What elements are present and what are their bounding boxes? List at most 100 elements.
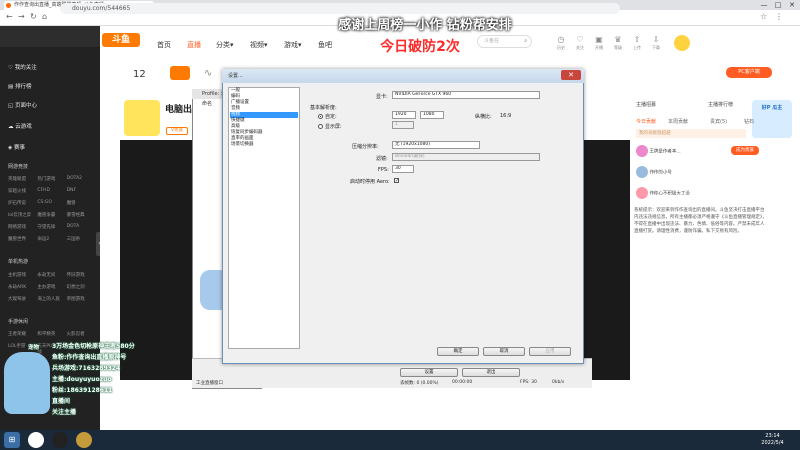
fps-input[interactable]: 30 [392,165,414,173]
cancel-button[interactable]: 取消 [483,347,525,356]
tab-vip[interactable]: 贵宾(5) [710,118,727,125]
douyu-logo[interactable]: 斗鱼 [102,33,140,47]
fan-row[interactable]: 王牌是作者本... [636,145,681,157]
obs-settings-button[interactable]: 设置 [400,368,458,377]
avatar[interactable] [674,35,690,51]
reload-icon[interactable]: ↻ [30,12,37,21]
recruit-label[interactable]: 主播招募 [636,101,656,108]
home-icon[interactable]: ⌂ [42,12,47,21]
download-icon[interactable]: ⇩ [649,35,663,44]
game-link[interactable]: 热门游戏 [37,176,66,182]
ok-button[interactable]: 确定 [437,347,479,356]
game-link[interactable]: 炉石传说 [8,200,37,206]
streamer-avatar[interactable] [124,100,160,136]
tab-week[interactable]: 本周贡献 [668,118,688,125]
game-link[interactable]: 命运2 [37,236,66,242]
game-link[interactable]: 怀旧游戏 [67,272,96,278]
dialog-close-button[interactable]: ✕ [561,70,581,80]
fan-row[interactable]: 作你心不积极大了没 [636,187,690,199]
level-icon[interactable]: ♛ [611,35,625,44]
game-promo-badge[interactable]: 好P 瓜主 [752,100,792,138]
upload-icon[interactable]: ⇧ [630,35,644,44]
open-live-icon[interactable]: ▣ [592,35,606,44]
obs-icon[interactable] [52,432,68,448]
chrome-icon[interactable] [28,432,44,448]
pc-client-badge[interactable]: PC客户端 [726,67,772,78]
game-link[interactable]: 魔兽争霸 [37,212,66,218]
custom-height-input[interactable]: 1080 [420,111,444,119]
search-input[interactable]: 斗鱼在 ⌕ [477,35,532,48]
tab-today[interactable]: 今日贡献 [636,118,656,125]
close-window-button[interactable]: ✕ [786,0,798,10]
nav-video[interactable]: 视频▾ [250,40,268,50]
game-link[interactable]: 大观驾驶 [8,296,37,302]
sidebar-item-cloudgame[interactable]: ☁ 云游戏 [8,122,32,130]
game-link[interactable]: 暴雪经典 [67,212,96,218]
back-icon[interactable]: ← [6,12,13,21]
downscale-select[interactable]: 无 (1920x1080) [392,141,480,149]
minimize-button[interactable]: — [758,0,770,10]
become-noble-button[interactable]: 成为贵族 [731,146,759,155]
nav-category[interactable]: 分类▾ [216,40,234,50]
sidebar-item-rank[interactable]: ▤ 排行榜 [8,82,31,90]
nav-live[interactable]: 直播 [187,40,201,50]
game-link[interactable]: CS:GO [37,200,66,206]
search-icon[interactable]: ⌕ [524,36,527,47]
game-link[interactable]: 火影忍者 [67,331,96,337]
star-icon[interactable]: ☆ [760,12,767,21]
rank-entry[interactable]: 主播排行榜 [708,101,733,108]
waveform-icon[interactable]: ∿ [204,68,212,79]
nav-games[interactable]: 游戏▾ [284,40,302,50]
url-field[interactable]: douyu.com/544665 [60,3,620,14]
game-link[interactable]: 英雄联盟 [8,176,37,182]
base-res-label: 基本解析度: [310,105,337,111]
obs-exit-button[interactable]: 退出 [462,368,520,377]
game-link[interactable]: 永劫ARK [8,284,37,290]
nav-home[interactable]: 首页 [157,40,171,50]
game-link[interactable]: DOTA [67,224,96,230]
category-icon[interactable] [170,66,190,80]
start-icon[interactable]: ⊞ [4,432,20,448]
game-link[interactable]: 网络游戏 [8,224,37,230]
game-link[interactable]: 三国杀 [67,236,96,242]
game-link[interactable]: 穿越火线 [8,188,37,194]
game-link[interactable]: 永劫无间 [37,272,66,278]
game-link[interactable]: 幻想之剑 [67,284,96,290]
game-link[interactable]: 单图游戏 [67,296,96,302]
forward-icon[interactable]: → [18,12,25,21]
game-link[interactable]: 海上的人族 [37,296,66,302]
sidebar-item-follow[interactable]: ♡ 我的关注 [8,63,37,71]
game-link[interactable]: lol云顶之弈 [8,212,37,218]
sidebar-item-events[interactable]: ◈ 赛事 [8,143,25,151]
aero-checkbox[interactable]: ✓ [394,178,399,184]
game-link[interactable]: DNF [67,188,96,194]
game-link[interactable]: 魔兽世界 [8,236,37,242]
game-link[interactable]: 和平精英 [37,331,66,337]
game-link[interactable]: 守望先锋 [37,224,66,230]
apply-button[interactable]: 应用 [529,347,571,356]
vip-badge[interactable]: V贵族 [166,127,188,135]
custom-width-input[interactable]: 1920 [392,111,416,119]
monitor-radio[interactable] [318,124,323,129]
game-icon[interactable] [76,432,92,448]
nav-fishbar[interactable]: 鱼吧 [318,40,332,50]
custom-radio[interactable] [318,114,323,119]
filter-select[interactable]: Bilinear(最快) [392,153,540,161]
game-link[interactable]: 主办游戏 [37,284,66,290]
game-link[interactable]: 主机游戏 [8,272,37,278]
game-link[interactable]: CFHD [37,188,66,194]
monitor-select[interactable]: 1 [392,121,414,129]
adapter-select[interactable]: NVIDIA GeForce GTX 960 [392,91,540,99]
game-link[interactable]: 魔兽 [67,200,96,206]
game-link[interactable]: DOTA2 [67,176,96,182]
tab-diamond[interactable]: 钻石 [744,118,754,125]
maximize-button[interactable]: □ [772,0,784,10]
menu-icon[interactable]: ⋮ [775,12,783,21]
history-icon[interactable]: ◷ [554,35,568,44]
settings-list-item[interactable]: 场景切换器 [230,142,298,148]
sidebar-item-center[interactable]: ◱ 页面中心 [8,101,37,109]
fan-row[interactable]: 作作的小号 [636,166,672,178]
downscale-label: 压缩分辨率: [352,144,379,150]
follow-icon[interactable]: ♡ [573,35,587,44]
game-link[interactable]: 王者荣耀 [8,331,37,337]
